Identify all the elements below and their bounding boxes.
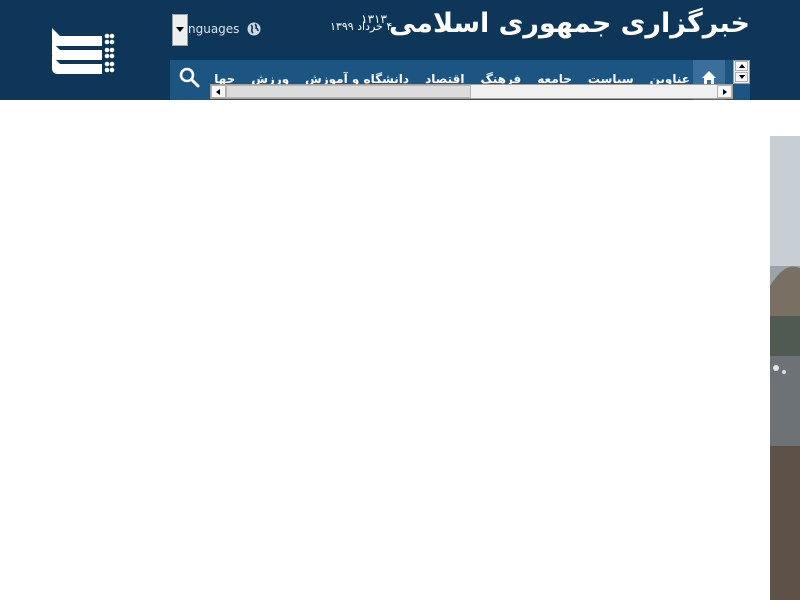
arrow-left-icon [216,89,220,95]
languages-dropdown[interactable] [172,14,188,46]
languages-label[interactable]: nguages [188,22,239,36]
scroll-up-button[interactable] [735,61,748,71]
arrow-up-icon [739,64,745,68]
irna-logo[interactable] [50,26,116,76]
globe-icon[interactable] [247,22,261,36]
dropdown-arrow-icon [176,27,184,32]
search-icon[interactable] [178,66,200,88]
news-photo[interactable] [770,136,800,600]
scroll-down-button[interactable] [735,72,748,82]
main-content [0,100,800,600]
site-title-text: خبرگزاری جمهوری اسلامی [388,8,751,39]
nav-vertical-scrollbar[interactable] [733,60,750,84]
arrow-down-icon [739,75,745,79]
scroll-left-button[interactable] [211,85,226,98]
current-date: ۴ خرداد ۱۳۹۹ [330,20,393,33]
site-header: خبرگزاری جمهوری اسلامی۱۳۱۳ ۴ خرداد ۱۳۹۹ … [0,0,800,100]
nav-horizontal-scrollbar[interactable] [210,84,733,99]
arrow-right-icon [723,89,727,95]
scrollbar-thumb[interactable] [226,85,471,98]
scroll-right-button[interactable] [717,85,732,98]
site-title[interactable]: خبرگزاری جمهوری اسلامی۱۳۱۳ [361,8,751,39]
